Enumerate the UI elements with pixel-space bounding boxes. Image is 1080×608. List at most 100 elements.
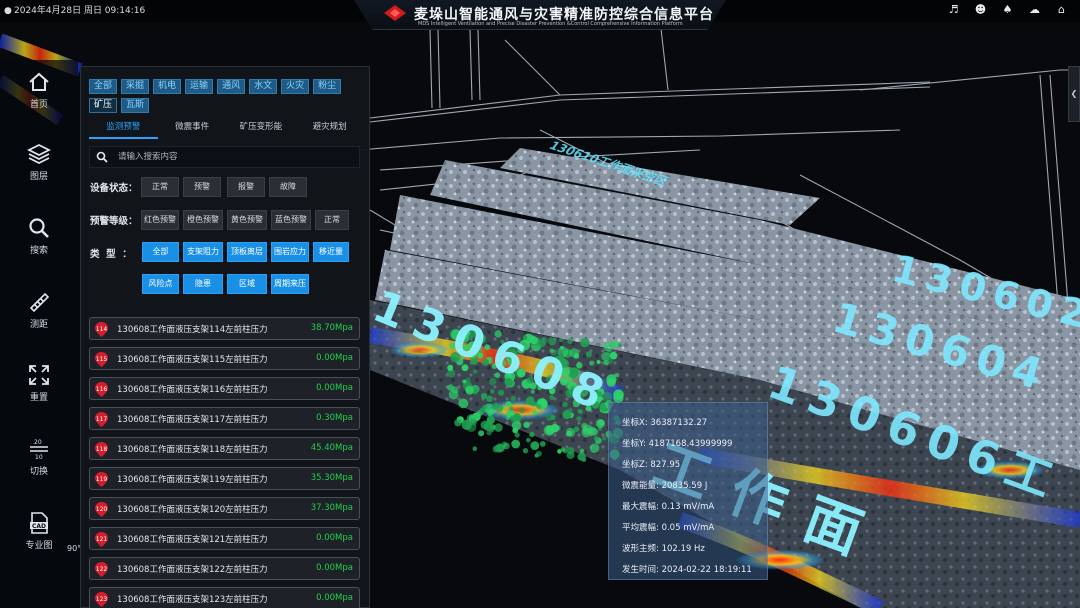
microseismic-event-dot[interactable] — [562, 448, 568, 454]
list-item[interactable]: 121 130608工作面液压支架121左前柱压力 0.00Mpa — [89, 527, 360, 550]
microseismic-event-dot[interactable] — [562, 410, 572, 420]
microseismic-event-dot[interactable] — [492, 445, 500, 453]
microseismic-event-dot[interactable] — [529, 431, 535, 438]
microseismic-event-dot[interactable] — [478, 430, 485, 437]
sidebar-item-reset[interactable]: 重置 — [0, 363, 78, 403]
microseismic-event-dot[interactable] — [522, 448, 529, 454]
status-warning-button[interactable]: 预警 — [183, 177, 221, 197]
sensor-list[interactable]: 114 130608工作面液压支架114左前柱压力 38.70Mpa 115 13060… — [89, 317, 363, 608]
list-item[interactable]: 120 130608工作面液压支架120左前柱压力 37.30Mpa — [89, 497, 360, 520]
microseismic-event-dot[interactable] — [518, 407, 525, 414]
microseismic-event-dot[interactable] — [573, 426, 580, 433]
microseismic-event-dot[interactable] — [510, 395, 517, 402]
microseismic-event-dot[interactable] — [465, 386, 474, 395]
sidebar-item-measure[interactable]: 测距 — [0, 290, 78, 330]
microseismic-event-dot[interactable] — [472, 446, 478, 452]
microseismic-event-dot[interactable] — [458, 398, 469, 409]
list-item[interactable]: 116 130608工作面液压支架116左前柱压力 0.00Mpa — [89, 377, 360, 400]
microseismic-event-dot[interactable] — [512, 427, 519, 434]
microseismic-event-dot[interactable] — [447, 384, 454, 391]
microseismic-event-dot[interactable] — [576, 416, 582, 422]
list-item[interactable]: 122 130608工作面液压支架122左前柱压力 0.00Mpa — [89, 557, 360, 580]
user-icon[interactable]: ☻ — [974, 3, 987, 16]
microseismic-event-dot[interactable] — [447, 364, 454, 371]
microseismic-event-dot[interactable] — [601, 436, 607, 441]
microseismic-event-dot[interactable] — [480, 420, 490, 430]
type-rock-stress-button[interactable]: 围岩应力 — [271, 242, 309, 262]
microseismic-event-dot[interactable] — [593, 436, 599, 441]
microseismic-event-dot[interactable] — [510, 415, 517, 423]
type-risk-point-button[interactable]: 风险点 — [142, 274, 179, 294]
tab-deformation-energy[interactable]: 矿压变形能 — [227, 119, 296, 139]
microseismic-event-dot[interactable] — [566, 430, 572, 437]
filter-tag-pressure[interactable]: 矿压 — [89, 98, 118, 113]
microseismic-event-dot[interactable] — [489, 408, 496, 415]
speaker-icon[interactable]: ♬ — [947, 3, 960, 16]
tab-evacuation[interactable]: 避灾规划 — [295, 119, 364, 139]
type-support-resistance-button[interactable]: 支架阻力 — [183, 242, 223, 262]
microseismic-event-dot[interactable] — [557, 449, 562, 454]
filter-tag-transport[interactable]: 运输 — [185, 79, 214, 94]
filter-tag-dust[interactable]: 粉尘 — [313, 79, 342, 94]
sidebar-item-search[interactable]: 搜索 — [0, 216, 78, 256]
collapse-handle[interactable]: ❮ — [1068, 66, 1080, 122]
microseismic-event-dot[interactable] — [589, 443, 600, 454]
microseismic-event-dot[interactable] — [454, 419, 462, 427]
microseismic-event-dot[interactable] — [489, 427, 494, 433]
microseismic-event-dot[interactable] — [609, 352, 618, 360]
microseismic-event-dot[interactable] — [548, 337, 557, 346]
microseismic-event-dot[interactable] — [530, 441, 540, 450]
microseismic-event-dot[interactable] — [579, 448, 585, 454]
list-item[interactable]: 114 130608工作面液压支架114左前柱压力 38.70Mpa — [89, 317, 360, 340]
type-periodic-pressure-button[interactable]: 周期来压 — [271, 274, 309, 294]
list-item[interactable]: 118 130608工作面液压支架118左前柱压力 45.40Mpa — [89, 437, 360, 460]
type-area-button[interactable]: 区域 — [227, 274, 267, 294]
tab-microseismic[interactable]: 微震事件 — [158, 119, 227, 139]
microseismic-event-dot[interactable] — [532, 410, 538, 416]
microseismic-event-dot[interactable] — [486, 395, 493, 402]
microseismic-event-dot[interactable] — [550, 415, 556, 420]
microseismic-event-dot[interactable] — [583, 427, 588, 432]
microseismic-event-dot[interactable] — [580, 338, 590, 348]
type-hazard-button[interactable]: 隐患 — [183, 274, 223, 294]
list-item[interactable]: 117 130608工作面液压支架117左前柱压力 0.30Mpa — [89, 407, 360, 430]
microseismic-event-dot[interactable] — [511, 439, 521, 449]
level-blue-button[interactable]: 蓝色预警 — [271, 210, 311, 230]
cloud-icon[interactable]: ☁ — [1028, 3, 1041, 16]
status-normal-button[interactable]: 正常 — [141, 177, 179, 197]
microseismic-event-dot[interactable] — [596, 360, 601, 364]
level-orange-button[interactable]: 橙色预警 — [183, 210, 223, 230]
status-fault-button[interactable]: 故障 — [269, 177, 307, 197]
status-alarm-button[interactable]: 报警 — [227, 177, 265, 197]
filter-tag-hydrology[interactable]: 水文 — [249, 79, 278, 94]
microseismic-event-dot[interactable] — [550, 423, 560, 433]
home-icon[interactable]: ⌂ — [1055, 3, 1068, 16]
microseismic-event-dot[interactable] — [523, 421, 530, 428]
sidebar-item-switch[interactable]: 20 10 切换 — [0, 437, 78, 477]
list-item[interactable]: 123 130608工作面液压支架123左前柱压力 0.00Mpa — [89, 587, 360, 608]
microseismic-event-dot[interactable] — [559, 337, 564, 342]
search-input[interactable] — [118, 150, 348, 164]
filter-tag-fire[interactable]: 火灾 — [281, 79, 310, 94]
type-roof-separation-button[interactable]: 顶板离层 — [227, 242, 267, 262]
sidebar-item-layers[interactable]: 图层 — [0, 142, 78, 182]
level-normal-button[interactable]: 正常 — [315, 210, 349, 230]
microseismic-event-dot[interactable] — [505, 401, 512, 408]
microseismic-event-dot[interactable] — [462, 379, 467, 384]
microseismic-event-dot[interactable] — [480, 392, 488, 400]
microseismic-event-dot[interactable] — [539, 441, 546, 447]
microseismic-event-dot[interactable] — [479, 407, 486, 414]
type-convergence-button[interactable]: 移近量 — [313, 242, 349, 262]
list-item[interactable]: 115 130608工作面液压支架115左前柱压力 0.00Mpa — [89, 347, 360, 370]
filter-tag-all[interactable]: 全部 — [89, 79, 118, 94]
microseismic-event-dot[interactable] — [495, 404, 504, 413]
microseismic-event-dot[interactable] — [505, 416, 510, 421]
microseismic-event-dot[interactable] — [509, 406, 514, 412]
filter-tag-electromech[interactable]: 机电 — [153, 79, 182, 94]
filter-tag-mining[interactable]: 采掘 — [121, 79, 150, 94]
microseismic-event-dot[interactable] — [610, 340, 618, 348]
microseismic-event-dot[interactable] — [470, 418, 477, 426]
list-item[interactable]: 119 130608工作面液压支架119左前柱压力 35.30Mpa — [89, 467, 360, 490]
type-all-button[interactable]: 全部 — [142, 242, 179, 262]
microseismic-event-dot[interactable] — [536, 404, 542, 410]
